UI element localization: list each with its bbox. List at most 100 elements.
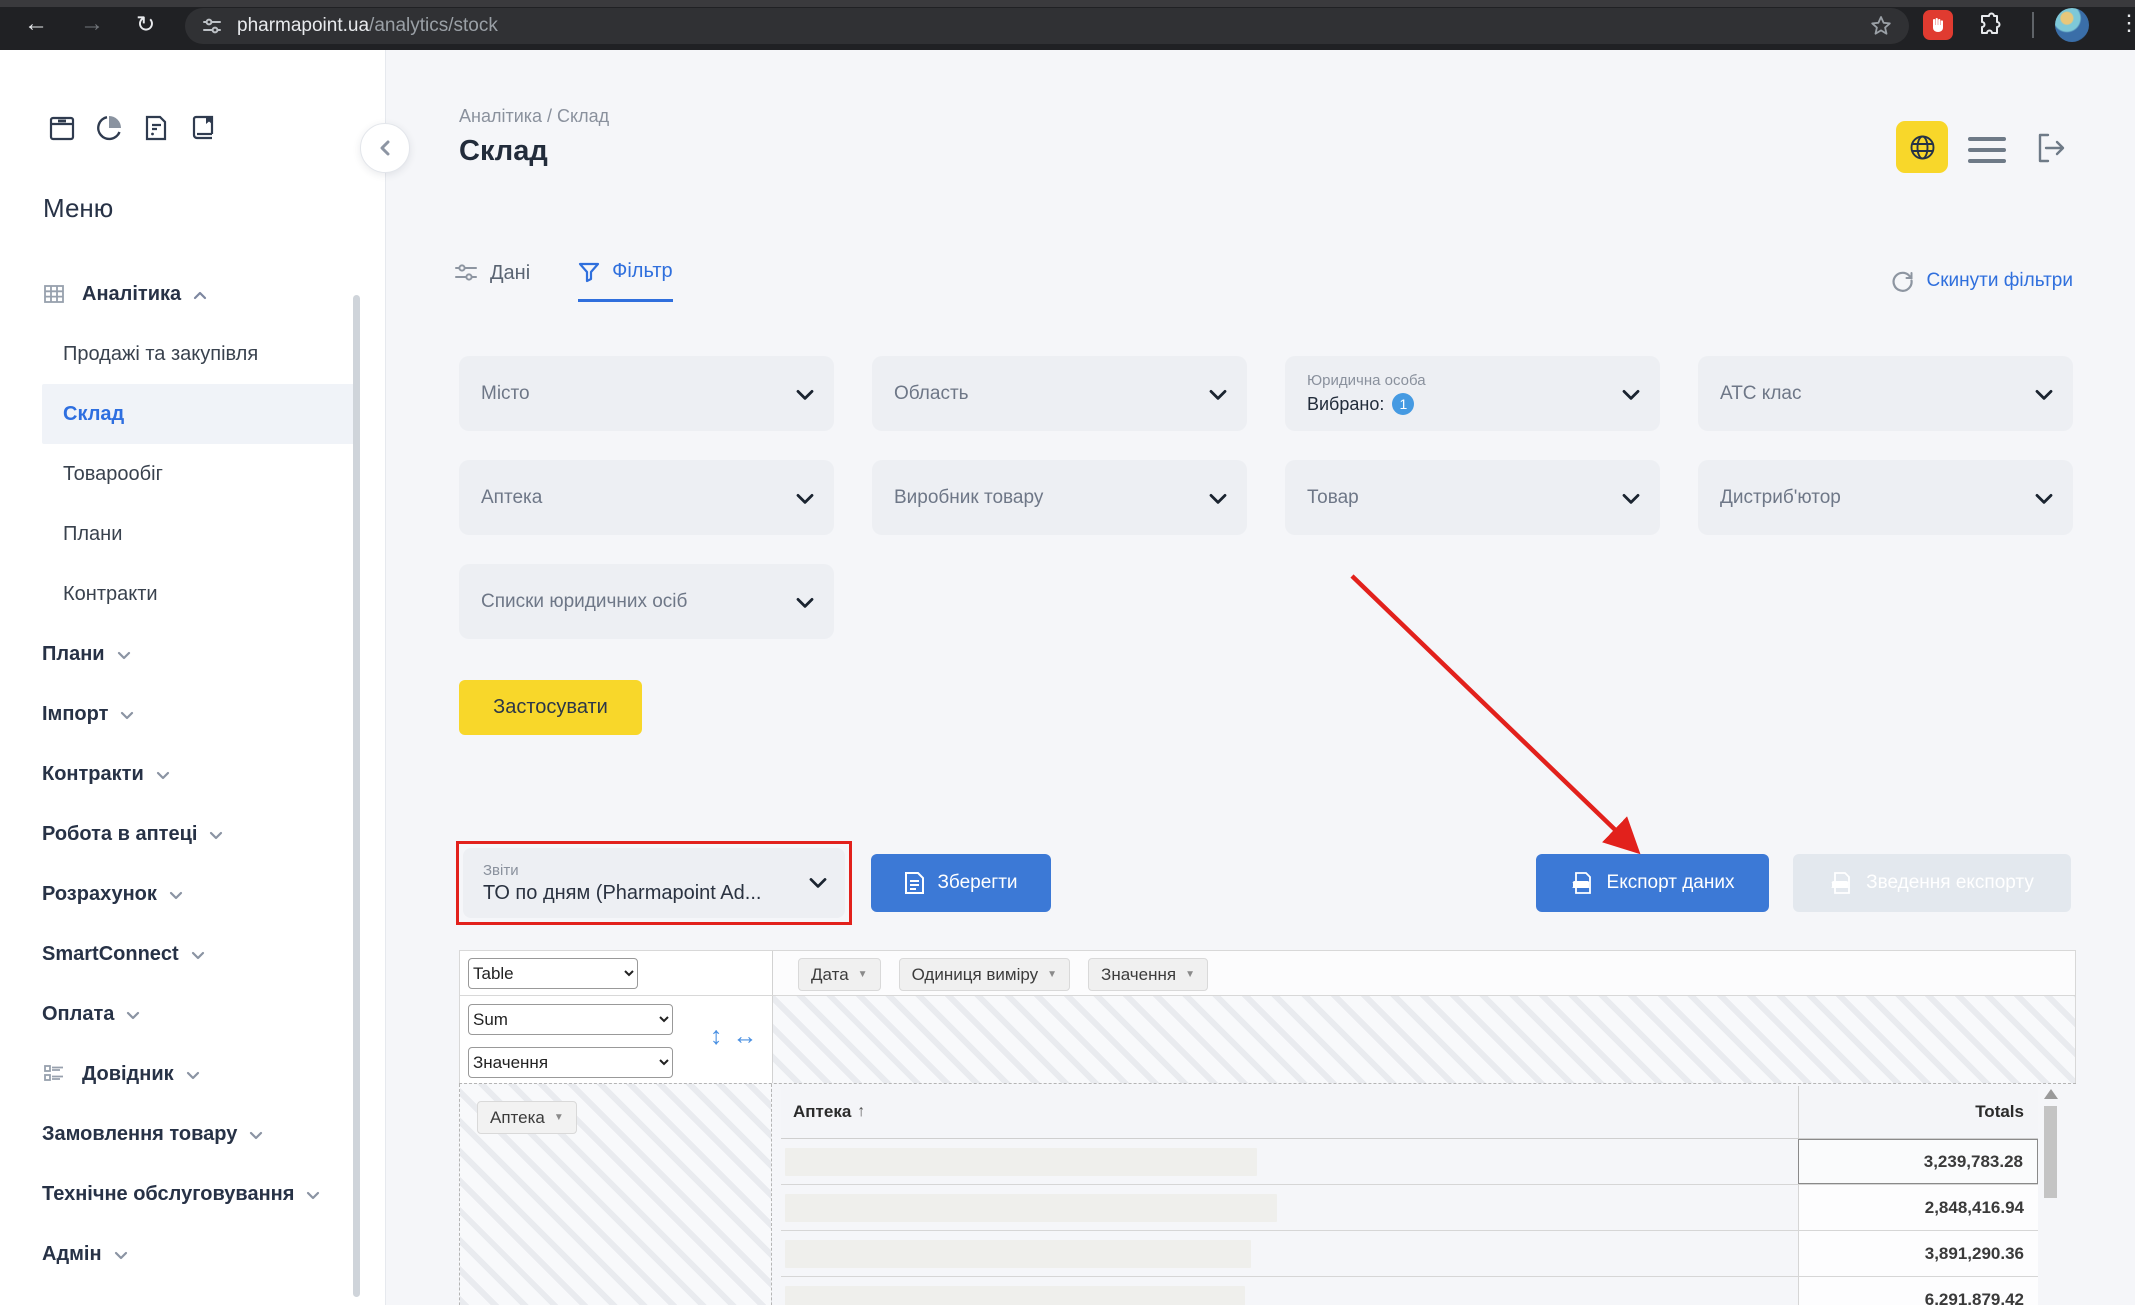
row-header-label[interactable]: Аптека: [793, 1102, 851, 1122]
screen: ← → ↻ pharmapoint.ua/analytics/stock: [0, 0, 2135, 1305]
profile-avatar[interactable]: [2055, 8, 2089, 42]
logout-icon[interactable]: [2032, 130, 2068, 171]
sidebar-item-замовлення-товару[interactable]: Замовлення товару: [42, 1104, 357, 1164]
row-field-chip[interactable]: Аптека ▼: [477, 1101, 577, 1134]
xlsx-file-icon: XLSX: [1571, 871, 1595, 895]
filter-dropdown[interactable]: Юридична особаВибрано:1: [1285, 356, 1660, 431]
filter-dropdown[interactable]: АТС клас: [1698, 356, 2073, 431]
sidebar-item-адмін[interactable]: Адмін: [42, 1224, 357, 1284]
export-summary-label: Зведення експорту: [1866, 872, 2034, 894]
sidebar-item-робота-в-аптеці[interactable]: Робота в аптеці: [42, 804, 357, 864]
svg-text:XLSX: XLSX: [1573, 883, 1588, 889]
dropdown-triangle-icon: ▼: [858, 969, 868, 980]
total-value-cell[interactable]: 6,291,879.42: [1798, 1277, 2038, 1305]
pie-chart-icon[interactable]: [94, 113, 124, 148]
export-summary-button[interactable]: XLSX Зведення експорту: [1793, 854, 2071, 912]
tab-дані[interactable]: Дані: [454, 260, 530, 302]
sidebar-item-контракти[interactable]: Контракти: [42, 564, 357, 624]
tab-фільтр[interactable]: Фільтр: [578, 260, 672, 302]
sidebar-item-плани[interactable]: Плани: [42, 624, 357, 684]
table-row[interactable]: 3,239,783.28: [781, 1139, 2038, 1185]
sidebar-item-розрахунок[interactable]: Розрахунок: [42, 864, 357, 924]
reset-filters-button[interactable]: Скинути фільтри: [1890, 268, 2073, 293]
export-data-label: Експорт даних: [1607, 872, 1735, 894]
sidebar-item-товарообіг[interactable]: Товарообіг: [42, 444, 357, 504]
hamburger-menu-icon[interactable]: [1968, 137, 2006, 170]
filter-dropdown[interactable]: Товар: [1285, 460, 1660, 535]
pivot-layout-cell: Table: [460, 951, 773, 995]
sidebar-item-smartconnect[interactable]: SmartConnect: [42, 924, 357, 984]
totals-header: Totals: [1798, 1086, 2038, 1138]
sidebar-item-імпорт[interactable]: Імпорт: [42, 684, 357, 744]
reload-icon[interactable]: ↻: [136, 11, 155, 37]
filter-selected-line: Вибрано:1: [1307, 393, 1414, 415]
tab-label: Фільтр: [612, 260, 672, 283]
table-row[interactable]: 2,848,416.94: [781, 1185, 2038, 1231]
filter-dropdown[interactable]: Місто: [459, 356, 834, 431]
save-button[interactable]: Зберегти: [871, 854, 1051, 912]
sidebar-item-label: Довідник: [82, 1063, 174, 1086]
sidebar-item-аналітика[interactable]: Аналітика: [42, 264, 357, 324]
total-value-cell[interactable]: 3,239,783.28: [1798, 1139, 2038, 1184]
sidebar-item-оплата[interactable]: Оплата: [42, 984, 357, 1044]
sidebar-scrollbar[interactable]: [353, 295, 360, 1297]
url-path: /analytics/stock: [369, 15, 498, 36]
filter-dropdown[interactable]: Списки юридичних осіб: [459, 564, 834, 639]
column-field-chip[interactable]: Значення▼: [1088, 958, 1208, 991]
adblock-icon[interactable]: [1923, 10, 1953, 40]
apply-button[interactable]: Застосувати: [459, 680, 642, 735]
column-field-chip[interactable]: Дата▼: [798, 958, 881, 991]
sidebar-item-склад[interactable]: Склад: [42, 384, 357, 444]
swap-horizontal-icon[interactable]: ↔: [733, 1022, 758, 1051]
chevron-down-icon: [191, 951, 205, 960]
filter-dropdown[interactable]: Область: [872, 356, 1247, 431]
sidebar-item-label: Адмін: [42, 1243, 102, 1266]
filter-dropdown[interactable]: Аптека: [459, 460, 834, 535]
sidebar-item-продажі-та-закупівля[interactable]: Продажі та закупівля: [42, 324, 357, 384]
bookmark-star-icon[interactable]: [1869, 14, 1893, 38]
layout-select[interactable]: Table: [468, 958, 638, 989]
pivot-toolbar: Table Дата▼ Одиниця виміру▼ Значення▼: [459, 950, 2076, 996]
forward-icon[interactable]: →: [80, 11, 104, 37]
sidebar-item-label: Робота в аптеці: [42, 823, 197, 846]
chevron-down-icon: [796, 597, 814, 608]
chevron-down-icon: [2035, 389, 2053, 400]
sidebar-item-технічне-обслуговування[interactable]: Технічне обслуговування: [42, 1164, 357, 1224]
table-row[interactable]: 6,291,879.42: [781, 1277, 2038, 1305]
document-icon[interactable]: [141, 113, 171, 148]
language-globe-button[interactable]: [1896, 121, 1948, 173]
filter-label: Дистриб'ютор: [1720, 487, 1841, 509]
pivot-scrollbar[interactable]: [2043, 1089, 2058, 1305]
filter-dropdown[interactable]: Виробник товару: [872, 460, 1247, 535]
table-row[interactable]: 3,891,290.36: [781, 1231, 2038, 1277]
reports-dropdown[interactable]: Звіти ТО по дням (Pharmapoint Ad...: [463, 848, 845, 918]
sort-ascending-icon[interactable]: ↑: [857, 1103, 865, 1121]
url-bar[interactable]: pharmapoint.ua/analytics/stock: [185, 8, 1909, 44]
export-data-button[interactable]: XLSX Експорт даних: [1536, 854, 1769, 912]
sidebar-item-плани[interactable]: Плани: [42, 504, 357, 564]
sidebar-collapse-button[interactable]: [360, 123, 410, 173]
orders-icon[interactable]: [47, 113, 77, 148]
column-field-chip[interactable]: Одиниця виміру▼: [899, 958, 1070, 991]
back-icon[interactable]: ←: [24, 11, 48, 37]
aggregation-select[interactable]: Sum: [468, 1004, 673, 1035]
scrollbar-thumb[interactable]: [2044, 1106, 2057, 1198]
swap-vertical-icon[interactable]: ↕: [710, 1022, 723, 1051]
filter-dropdown[interactable]: Дистриб'ютор: [1698, 460, 2073, 535]
extensions-puzzle-icon[interactable]: [1977, 11, 2003, 42]
sidebar-item-label: Склад: [63, 403, 124, 426]
scroll-up-icon[interactable]: [2044, 1089, 2058, 1099]
pivot-body: 3,239,783.282,848,416.943,891,290.366,29…: [781, 1139, 2038, 1305]
sidebar-item-label: Оплата: [42, 1003, 114, 1026]
sidebar-menu: АналітикаПродажі та закупівля Склад Товаро…: [42, 264, 357, 1284]
sidebar-item-label: Товарообіг: [63, 463, 163, 486]
site-settings-icon[interactable]: [201, 15, 223, 37]
sidebar-item-контракти[interactable]: Контракти: [42, 744, 357, 804]
value-select[interactable]: Значення: [468, 1047, 673, 1078]
menu-dots-icon[interactable]: ⋮: [2118, 10, 2135, 36]
sidebar-item-довідник[interactable]: Довідник: [42, 1044, 357, 1104]
total-value-cell[interactable]: 3,891,290.36: [1798, 1231, 2038, 1276]
total-value-cell[interactable]: 2,848,416.94: [1798, 1185, 2038, 1230]
book-icon[interactable]: [188, 113, 218, 148]
filter-label: Область: [894, 383, 969, 405]
